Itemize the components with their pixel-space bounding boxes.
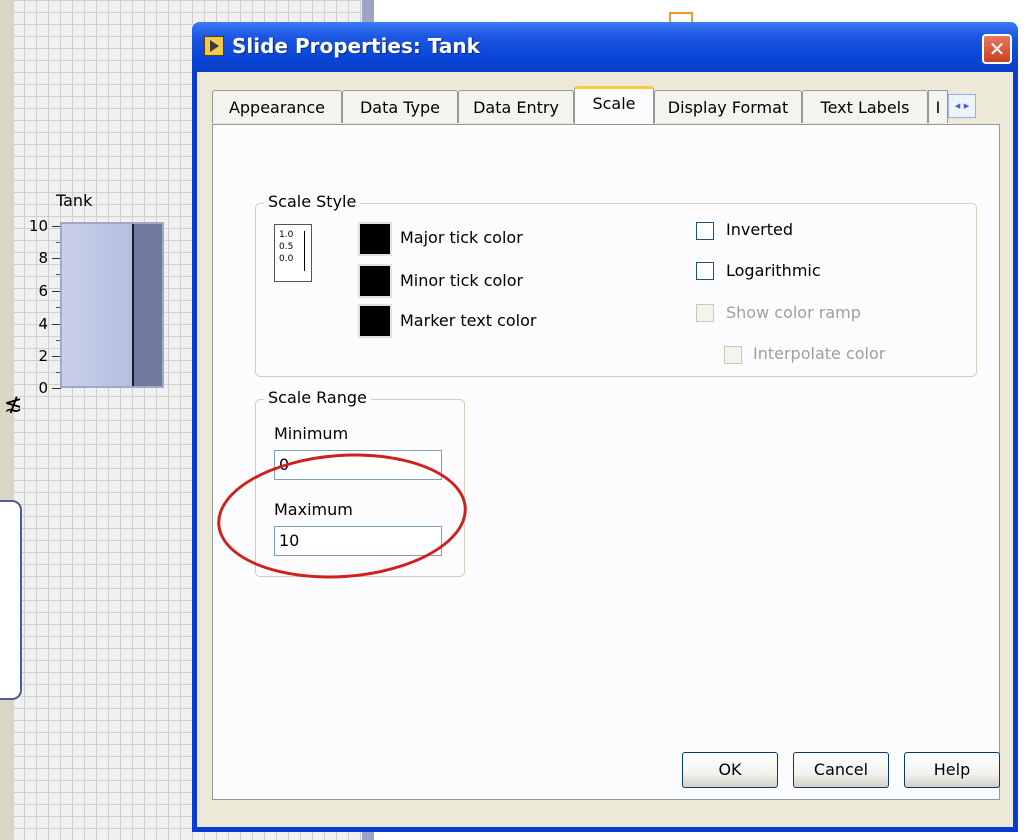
- scale-tick-label: 4: [38, 315, 48, 333]
- tank-indicator-label: Tank: [56, 191, 93, 210]
- minor-tick-color-label: Minor tick color: [400, 271, 524, 290]
- minimum-label: Minimum: [274, 424, 349, 443]
- interpolate-color-label: Interpolate color: [753, 344, 886, 363]
- scale-range-group: Scale Range Minimum 0 Maximum 10: [255, 388, 465, 577]
- labview-vi-icon: [204, 36, 224, 56]
- tab-scroll-arrows-icon[interactable]: ◂ ▸: [948, 94, 976, 118]
- scale-icon-label: 1.0: [279, 230, 294, 240]
- dialog-title: Slide Properties: Tank: [232, 34, 480, 58]
- scale-tick-label: 10: [28, 217, 48, 235]
- scale-tick-label: 2: [38, 347, 48, 365]
- major-tick-color-label: Major tick color: [400, 228, 523, 247]
- diagram-glyph: ≴: [4, 392, 23, 417]
- inverted-label: Inverted: [726, 220, 794, 239]
- tab-data-type[interactable]: Data Type: [342, 90, 458, 123]
- help-button[interactable]: Help: [904, 752, 1000, 788]
- scale-icon-label: 0.0: [279, 254, 294, 264]
- logarithmic-label: Logarithmic: [726, 261, 821, 280]
- tab-scale[interactable]: Scale: [574, 86, 654, 124]
- scale-tick-label: 8: [38, 249, 48, 267]
- slide-properties-dialog: Slide Properties: Tank ✕ Appearance Data…: [192, 22, 1018, 832]
- side-note-box: [0, 500, 22, 700]
- scale-tab-panel: Scale Style 1.0 0.5 0.0 Major tick color…: [212, 124, 1000, 800]
- marker-text-color-label: Marker text color: [400, 311, 537, 330]
- tab-display-format[interactable]: Display Format: [654, 90, 802, 123]
- window-edge: [0, 0, 14, 840]
- ok-button[interactable]: OK: [682, 752, 778, 788]
- tab-appearance[interactable]: Appearance: [212, 90, 342, 123]
- close-button[interactable]: ✕: [982, 34, 1012, 64]
- major-tick-color-swatch[interactable]: [358, 222, 392, 256]
- scale-icon-bar: [302, 231, 305, 271]
- show-color-ramp-label: Show color ramp: [726, 303, 861, 322]
- scale-range-title: Scale Range: [264, 388, 371, 407]
- dialog-client-area: Appearance Data Type Data Entry Scale Di…: [197, 72, 1013, 827]
- interpolate-color-checkbox[interactable]: [724, 346, 742, 364]
- tank-fill-level: [132, 224, 162, 386]
- maximum-label: Maximum: [274, 500, 353, 519]
- dialog-titlebar[interactable]: Slide Properties: Tank ✕: [192, 22, 1018, 72]
- tab-text-labels[interactable]: Text Labels: [802, 90, 928, 123]
- tab-partial[interactable]: I: [928, 90, 948, 123]
- scale-style-icon[interactable]: 1.0 0.5 0.0: [274, 224, 312, 282]
- minimum-field[interactable]: 0: [274, 450, 442, 480]
- scale-style-title: Scale Style: [264, 192, 361, 211]
- maximum-field[interactable]: 10: [274, 526, 442, 556]
- major-tick: [52, 388, 61, 389]
- tab-data-entry[interactable]: Data Entry: [458, 90, 574, 123]
- scale-tick-label: 6: [38, 282, 48, 300]
- tab-scroller: I ◂ ▸: [928, 90, 978, 123]
- logarithmic-checkbox[interactable]: [696, 262, 714, 280]
- scale-icon-label: 0.5: [279, 242, 294, 252]
- show-color-ramp-checkbox[interactable]: [696, 304, 714, 322]
- scale-style-group: Scale Style 1.0 0.5 0.0 Major tick color…: [255, 192, 977, 377]
- tank-scale: 10 8 6 4 2 0: [22, 217, 62, 396]
- cancel-button[interactable]: Cancel: [793, 752, 889, 788]
- scale-tick-label: 0: [38, 379, 48, 397]
- minor-tick-color-swatch[interactable]: [358, 264, 392, 298]
- inverted-checkbox[interactable]: [696, 222, 714, 240]
- tank-indicator[interactable]: [60, 222, 164, 388]
- marker-text-color-swatch[interactable]: [358, 304, 392, 338]
